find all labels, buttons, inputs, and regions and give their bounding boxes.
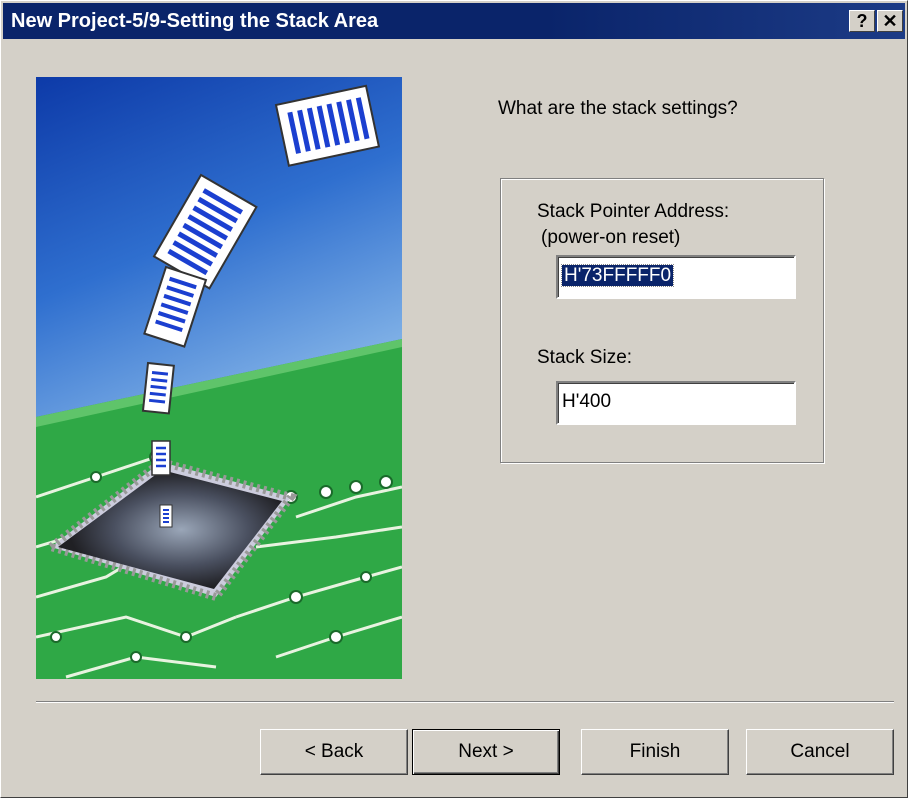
next-button[interactable]: Next > — [412, 729, 560, 775]
question-text: What are the stack settings? — [498, 98, 738, 119]
stack-size-value: H'400 — [562, 391, 612, 412]
divider — [36, 701, 894, 703]
window-title: New Project-5/9-Setting the Stack Area — [11, 10, 379, 32]
wizard-illustration — [36, 77, 402, 679]
help-button[interactable]: ? — [849, 10, 875, 32]
back-button[interactable]: < Back — [260, 729, 408, 775]
stack-pointer-sublabel: (power-on reset) — [541, 227, 681, 248]
close-button[interactable]: ✕ — [877, 10, 903, 32]
title-bar[interactable]: New Project-5/9-Setting the Stack Area ?… — [3, 3, 905, 39]
cancel-button[interactable]: Cancel — [746, 729, 894, 775]
stack-size-label: Stack Size: — [537, 347, 633, 368]
finish-button[interactable]: Finish — [581, 729, 729, 775]
stack-pointer-address-input[interactable]: H'73FFFFF0 — [556, 255, 796, 299]
stack-size-input[interactable]: H'400 — [556, 381, 796, 425]
stack-pointer-label: Stack Pointer Address: — [537, 201, 730, 222]
wizard-window: New Project-5/9-Setting the Stack Area ?… — [0, 0, 908, 798]
stack-pointer-value: H'73FFFFF0 — [560, 264, 675, 287]
